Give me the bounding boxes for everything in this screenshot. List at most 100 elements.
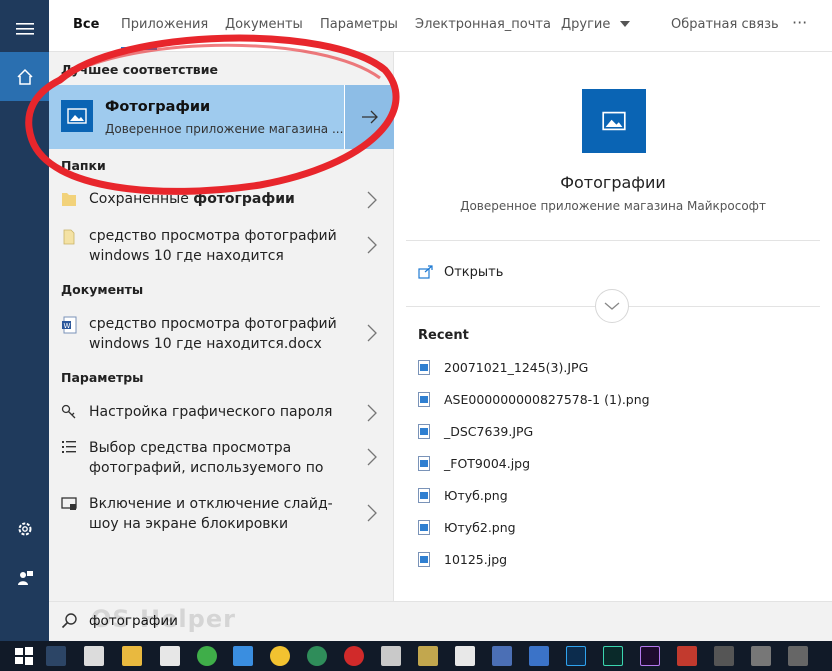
app-icon[interactable] xyxy=(751,646,771,666)
folder-icon xyxy=(62,193,76,206)
hamburger-icon xyxy=(15,22,34,35)
chevron-right-icon xyxy=(367,236,377,254)
open-details-button[interactable] xyxy=(344,85,394,149)
home-button[interactable] xyxy=(0,52,49,101)
photos-app-tile xyxy=(61,100,93,132)
more-options-button[interactable]: ··· xyxy=(792,13,807,32)
tab-other[interactable]: Другие xyxy=(561,17,630,32)
app-icon[interactable] xyxy=(455,646,475,666)
image-file-icon xyxy=(418,455,430,471)
settings-result-3[interactable]: Включение и отключение слайд-шоу на экра… xyxy=(49,492,394,534)
mail-icon[interactable] xyxy=(160,646,180,666)
app-icon[interactable] xyxy=(529,646,549,666)
tab-settings[interactable]: Параметры xyxy=(320,17,398,32)
chrome-icon[interactable] xyxy=(197,646,217,666)
recent-file-name: 10125.jpg xyxy=(444,551,508,567)
app-icon[interactable] xyxy=(492,646,512,666)
notes-icon[interactable] xyxy=(418,646,438,666)
feedback-rail-button[interactable] xyxy=(0,553,49,602)
audition-icon[interactable] xyxy=(603,646,623,666)
settings-result-1[interactable]: Настройка графического пароля xyxy=(49,400,394,426)
chevron-right-icon xyxy=(367,191,377,209)
caret-down-icon xyxy=(619,21,630,27)
folder-result-1[interactable]: Сохраненные фотографии xyxy=(49,186,394,212)
detail-subtitle: Доверенное приложение магазина Майкрософ… xyxy=(460,199,766,213)
record-icon[interactable] xyxy=(344,646,364,666)
expand-button[interactable] xyxy=(595,289,629,323)
search-box[interactable]: OS Helper фотографии xyxy=(49,601,832,641)
photos-icon xyxy=(602,111,626,131)
photoshop-icon[interactable] xyxy=(566,646,586,666)
home-icon xyxy=(16,68,33,85)
recent-file-name: Ютуб2.png xyxy=(444,519,516,535)
app-icon[interactable] xyxy=(270,646,290,666)
photos-icon xyxy=(67,108,87,124)
windows-start-icon[interactable] xyxy=(14,646,34,666)
recent-file-name: ASE000000000827578-1 (1).png xyxy=(444,391,650,407)
person-feedback-icon xyxy=(17,570,33,585)
file-explorer-icon[interactable] xyxy=(122,646,142,666)
image-file-icon xyxy=(418,391,430,407)
active-tab-indicator xyxy=(121,47,157,50)
open-action[interactable]: Открыть xyxy=(418,262,503,282)
folders-header: Папки xyxy=(61,158,106,173)
search-window: Все Приложения Документы Параметры Элект… xyxy=(0,0,832,671)
feedback-link[interactable]: Обратная связь xyxy=(671,17,779,32)
best-match-subtitle: Доверенное приложение магазина ... xyxy=(105,122,344,136)
document-result-1[interactable]: W средство просмотра фотографий windows … xyxy=(49,312,394,354)
image-file-icon xyxy=(418,423,430,439)
folder-result-1-bold: фотографии xyxy=(193,191,295,207)
detail-pane: Фотографии Доверенное приложение магазин… xyxy=(394,52,832,601)
image-file-icon xyxy=(418,487,430,503)
settings-header: Параметры xyxy=(61,370,144,385)
filter-tabs: Все Приложения Документы Параметры Элект… xyxy=(49,0,832,52)
search-taskbar-icon[interactable] xyxy=(46,646,66,666)
recent-file-item[interactable]: 20071021_1245(3).JPG xyxy=(418,358,588,376)
photos-app-large-tile xyxy=(582,89,646,153)
recent-file-item[interactable]: _DSC7639.JPG xyxy=(418,422,533,440)
settings-result-3-label: Включение и отключение слайд-шоу на экра… xyxy=(89,496,333,532)
tab-documents[interactable]: Документы xyxy=(225,17,303,32)
lock-screen-icon xyxy=(61,497,77,510)
tab-apps[interactable]: Приложения xyxy=(121,17,208,32)
folder-result-2-label: средство просмотра фотографий windows 10… xyxy=(89,228,337,264)
recent-file-item[interactable]: ASE000000000827578-1 (1).png xyxy=(418,390,650,408)
calculator-icon[interactable] xyxy=(84,646,104,666)
best-match-item[interactable]: Фотографии Доверенное приложение магазин… xyxy=(49,85,394,149)
chevron-right-icon xyxy=(367,324,377,342)
divider xyxy=(406,240,820,241)
tab-other-label: Другие xyxy=(561,17,611,32)
recent-file-item[interactable]: 10125.jpg xyxy=(418,550,507,568)
documents-header: Документы xyxy=(61,282,144,297)
recent-file-item[interactable]: _FOT9004.jpg xyxy=(418,454,530,472)
recent-file-item[interactable]: Ютуб.png xyxy=(418,486,508,504)
folder-result-2[interactable]: средство просмотра фотографий windows 10… xyxy=(49,224,394,266)
search-input[interactable]: фотографии xyxy=(89,613,178,629)
settings-button[interactable] xyxy=(0,504,49,553)
app-icon[interactable] xyxy=(714,646,734,666)
app-icon[interactable] xyxy=(381,646,401,666)
word-document-icon: W xyxy=(62,316,77,334)
premiere-icon[interactable] xyxy=(640,646,660,666)
recent-header: Recent xyxy=(418,328,469,343)
chevron-down-icon xyxy=(604,302,620,310)
best-match-title: Фотографии xyxy=(105,99,211,115)
app-icon[interactable] xyxy=(677,646,697,666)
store-app-icon[interactable] xyxy=(233,646,253,666)
settings-result-2-label: Выбор средства просмотра фотографий, исп… xyxy=(89,440,324,476)
detail-title: Фотографии xyxy=(560,173,666,192)
app-icon[interactable] xyxy=(307,646,327,666)
key-icon xyxy=(61,404,76,419)
app-icon[interactable] xyxy=(788,646,808,666)
open-icon xyxy=(418,265,433,279)
tab-email[interactable]: Электронная_почта xyxy=(415,17,551,32)
search-icon xyxy=(61,613,77,629)
tab-all[interactable]: Все xyxy=(73,17,99,32)
results-list: Лучшее соответствие Фотографии Доверенно… xyxy=(49,52,394,601)
file-folder-icon xyxy=(63,229,75,245)
recent-file-item[interactable]: Ютуб2.png xyxy=(418,518,516,536)
folder-result-1-prefix: Сохраненные xyxy=(89,191,194,207)
hamburger-menu-button[interactable] xyxy=(0,4,49,53)
settings-result-2[interactable]: Выбор средства просмотра фотографий, исп… xyxy=(49,436,394,478)
list-settings-icon xyxy=(62,441,76,453)
